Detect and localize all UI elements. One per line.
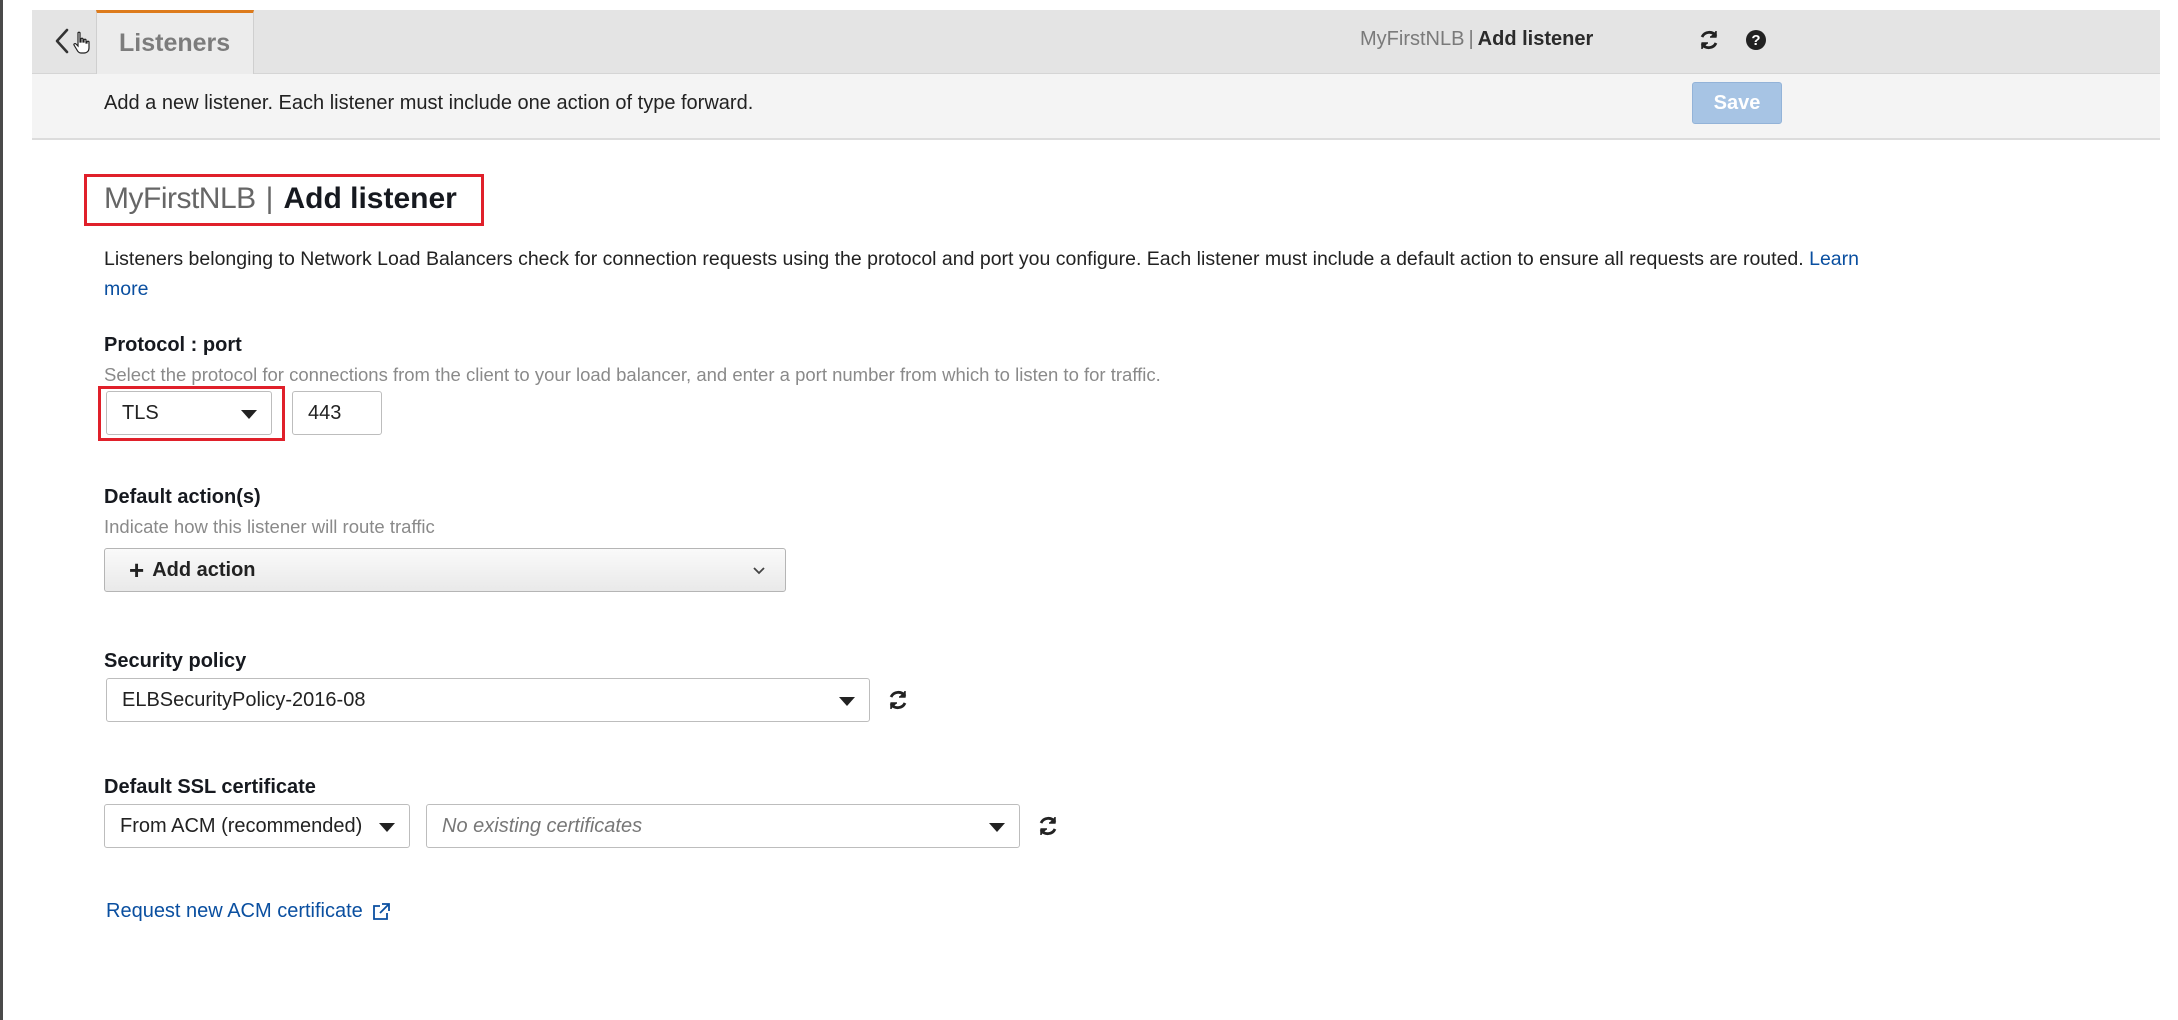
add-action-button[interactable]: + Add action	[104, 548, 786, 592]
external-link-icon	[371, 902, 391, 922]
save-button[interactable]: Save	[1692, 82, 1782, 124]
caret-down-icon	[379, 823, 395, 832]
request-acm-certificate-link[interactable]: Request new ACM certificate	[106, 900, 391, 923]
info-message: Add a new listener. Each listener must i…	[104, 92, 754, 114]
tab-listeners[interactable]: Listeners	[96, 10, 254, 74]
breadcrumb-separator: |	[1468, 28, 1474, 50]
page-description-text: Listeners belonging to Network Load Bala…	[104, 248, 1804, 270]
svg-text:?: ?	[1751, 32, 1760, 49]
page-description: Listeners belonging to Network Load Bala…	[104, 244, 1864, 304]
security-policy-refresh-icon[interactable]	[884, 686, 912, 714]
page-title: MyFirstNLB | Add listener	[104, 182, 457, 216]
refresh-icon[interactable]	[1694, 25, 1724, 55]
page-title-load-balancer: MyFirstNLB	[104, 182, 256, 215]
add-action-label: Add action	[152, 558, 256, 581]
request-acm-certificate-label: Request new ACM certificate	[106, 900, 363, 922]
listeners-tab-bar: Listeners MyFirstNLB | Add listener ?	[32, 10, 2160, 74]
breadcrumb-current-page: Add listener	[1477, 28, 1594, 50]
back-chevron-icon[interactable]	[54, 28, 70, 58]
certificate-refresh-icon[interactable]	[1034, 812, 1062, 840]
certificate-select[interactable]: No existing certificates	[426, 804, 1020, 848]
protocol-port-hint: Select the protocol for connections from…	[104, 364, 1161, 385]
caret-down-icon	[839, 697, 855, 706]
security-policy-value: ELBSecurityPolicy-2016-08	[122, 688, 366, 711]
certificate-select-placeholder: No existing certificates	[442, 814, 643, 837]
breadcrumb-load-balancer: MyFirstNLB	[1360, 28, 1465, 50]
certificate-source-select[interactable]: From ACM (recommended)	[104, 804, 410, 848]
security-policy-label: Security policy	[104, 650, 247, 672]
page-title-separator: |	[265, 182, 274, 215]
protocol-highlight-box	[98, 386, 285, 441]
ssl-certificate-label: Default SSL certificate	[104, 776, 316, 798]
info-strip: Add a new listener. Each listener must i…	[32, 74, 2160, 140]
help-icon[interactable]: ?	[1741, 25, 1771, 55]
protocol-port-label: Protocol : port	[104, 334, 242, 356]
page-title-action: Add listener	[283, 182, 457, 215]
breadcrumb: MyFirstNLB | Add listener	[1360, 28, 1593, 51]
security-policy-select[interactable]: ELBSecurityPolicy-2016-08	[106, 678, 870, 722]
plus-icon: +	[129, 555, 145, 585]
certificate-source-value: From ACM (recommended)	[120, 814, 363, 837]
tab-listeners-label: Listeners	[119, 29, 231, 57]
default-actions-label: Default action(s)	[104, 486, 261, 508]
caret-down-icon	[989, 823, 1005, 832]
default-actions-hint: Indicate how this listener will route tr…	[104, 516, 435, 537]
window-left-edge	[0, 0, 3, 1020]
chevron-down-icon	[751, 561, 767, 577]
hand-cursor-icon	[72, 31, 92, 55]
port-input[interactable]: 443	[292, 391, 382, 435]
